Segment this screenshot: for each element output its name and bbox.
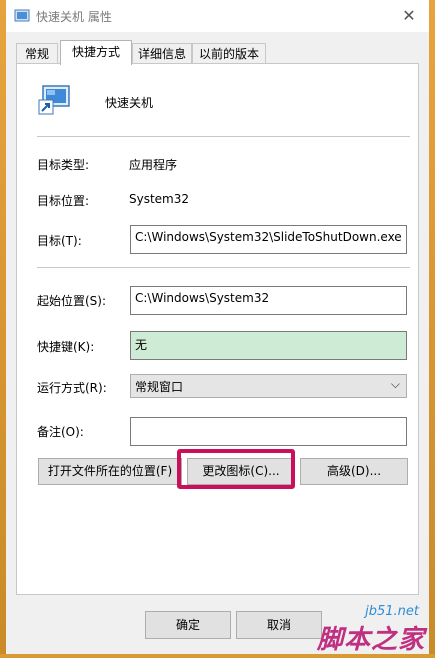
shortcut-large-icon (38, 85, 70, 115)
tab-shortcut[interactable]: 快捷方式 (60, 40, 132, 65)
shortcut-app-icon (14, 9, 30, 22)
title-bar: 快速关机 属性 ✕ (6, 0, 429, 32)
comment-input[interactable] (130, 417, 407, 446)
shortcut-tab-panel: 快速关机 目标类型: 应用程序 目标位置: System32 目标(T): C:… (16, 63, 419, 595)
window-frame-right (429, 0, 435, 658)
ok-button[interactable]: 确定 (145, 611, 231, 639)
hotkey-label: 快捷键(K): (37, 340, 95, 354)
window-title: 快速关机 属性 (36, 10, 112, 24)
hotkey-input[interactable]: 无 (130, 331, 407, 360)
separator (37, 136, 410, 137)
properties-dialog: 快速关机 属性 ✕ 常规 快捷方式 详细信息 以前的版本 快速关机 目标类型: … (6, 0, 429, 654)
start-in-input[interactable]: C:\Windows\System32 (130, 286, 407, 315)
chevron-down-icon: ⌵ (390, 377, 400, 391)
watermark: jb51.net 脚本之家 (275, 602, 425, 656)
separator (37, 267, 410, 268)
target-type-label: 目标类型: (37, 158, 90, 172)
close-icon[interactable]: ✕ (389, 0, 429, 32)
run-select-value: 常规窗口 (135, 380, 184, 394)
target-type-value: 应用程序 (129, 158, 178, 172)
target-input[interactable]: C:\Windows\System32\SlideToShutDown.exe (130, 225, 407, 254)
shortcut-name: 快速关机 (105, 96, 154, 110)
advanced-button[interactable]: 高级(D)... (300, 458, 408, 485)
tab-previous-versions[interactable]: 以前的版本 (192, 43, 266, 64)
change-icon-highlight (177, 449, 295, 489)
target-label: 目标(T): (37, 234, 82, 248)
comment-label: 备注(O): (37, 425, 84, 439)
tab-details[interactable]: 详细信息 (132, 43, 192, 64)
target-location-label: 目标位置: (37, 194, 90, 208)
tab-general[interactable]: 常规 (16, 43, 58, 64)
target-location-value: System32 (129, 192, 190, 206)
run-select[interactable]: 常规窗口 ⌵ (130, 374, 407, 398)
watermark-url: jb51.net (365, 604, 419, 619)
start-in-label: 起始位置(S): (37, 294, 107, 308)
open-file-location-button[interactable]: 打开文件所在的位置(F) (38, 458, 182, 485)
watermark-text: 脚本之家 (316, 625, 425, 655)
run-label: 运行方式(R): (37, 381, 107, 395)
